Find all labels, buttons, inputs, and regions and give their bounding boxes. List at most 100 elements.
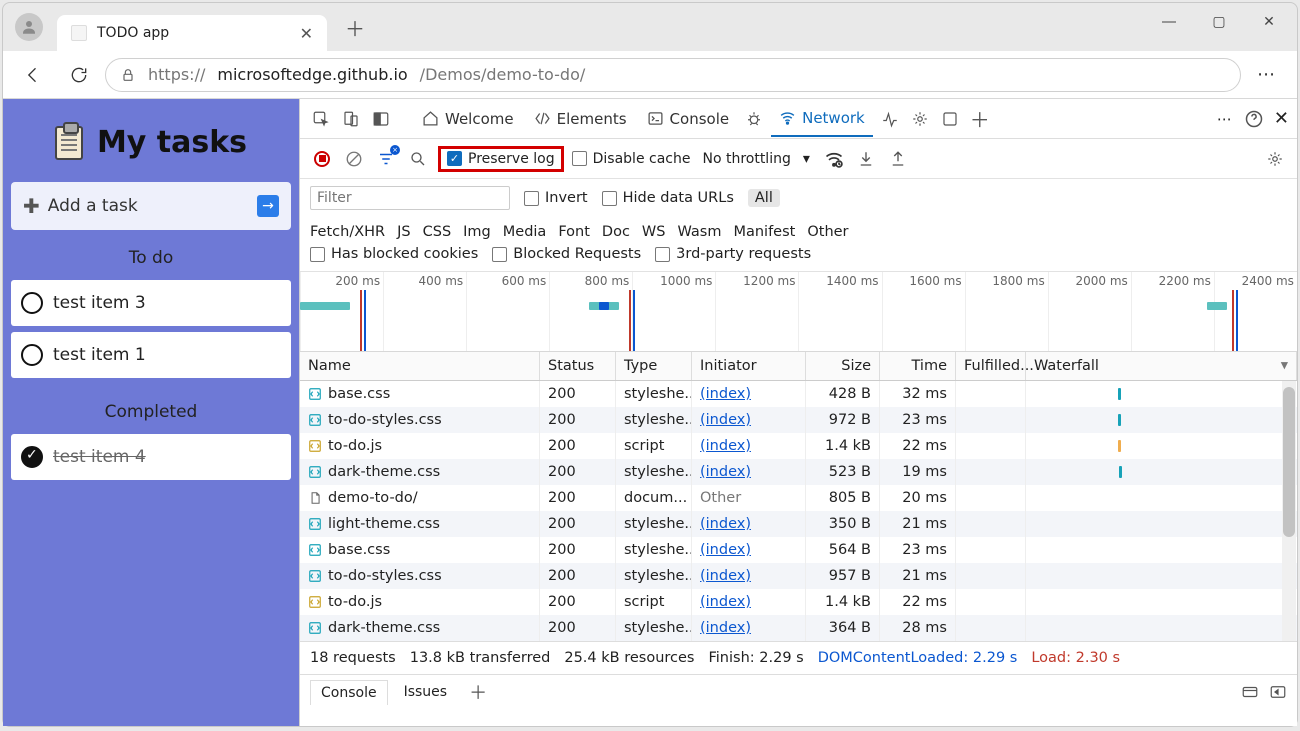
col-waterfall[interactable]: Waterfall <box>1026 352 1297 380</box>
col-type[interactable]: Type <box>616 352 692 380</box>
preserve-log-checkbox[interactable]: ✓ Preserve log <box>438 146 564 172</box>
tab-console[interactable]: Console <box>639 104 738 134</box>
network-conditions-button[interactable] <box>822 147 846 171</box>
filter-toggle-button[interactable]: × <box>374 147 398 171</box>
invert-checkbox[interactable]: Invert <box>524 190 588 206</box>
browser-menu-button[interactable]: ⋯ <box>1247 64 1287 85</box>
filter-type[interactable]: Wasm <box>677 224 721 240</box>
blocked-cookies-checkbox[interactable]: Has blocked cookies <box>310 246 478 262</box>
devtools-menu-button[interactable]: ⋯ <box>1217 110 1234 128</box>
url-host: microsoftedge.github.io <box>217 65 407 84</box>
clear-button[interactable] <box>342 147 366 171</box>
filter-type[interactable]: Img <box>463 224 491 240</box>
tab-close-button[interactable]: ✕ <box>296 20 317 47</box>
network-timeline[interactable]: 200 ms400 ms600 ms800 ms1000 ms1200 ms14… <box>300 272 1297 352</box>
dock-side-button[interactable] <box>368 106 394 132</box>
task-item-done[interactable]: test item 4 <box>11 434 291 480</box>
network-settings-button[interactable] <box>1263 147 1287 171</box>
timeline-tick: 2200 ms <box>1131 272 1214 351</box>
request-row[interactable]: dark-theme.css200styleshe...(index)523 B… <box>300 459 1297 485</box>
request-row[interactable]: to-do.js200script(index)1.4 kB22 ms <box>300 433 1297 459</box>
request-row[interactable]: base.css200styleshe...(index)428 B32 ms <box>300 381 1297 407</box>
task-item[interactable]: test item 3 <box>11 280 291 326</box>
url-input[interactable]: https://microsoftedge.github.io/Demos/de… <box>105 58 1241 92</box>
col-status[interactable]: Status <box>540 352 616 380</box>
task-checkbox[interactable] <box>21 446 43 468</box>
debug-icon[interactable] <box>741 106 767 132</box>
window-maximize-button[interactable]: ▢ <box>1197 7 1241 37</box>
filter-type[interactable]: Other <box>807 224 848 240</box>
network-grid-body[interactable]: base.css200styleshe...(index)428 B32 mst… <box>300 381 1297 641</box>
add-task-input[interactable]: ✚ Add a task → <box>11 182 291 230</box>
request-row[interactable]: light-theme.css200styleshe...(index)350 … <box>300 511 1297 537</box>
devtools-close-button[interactable]: ✕ <box>1274 108 1289 129</box>
performance-icon[interactable] <box>877 106 903 132</box>
record-button[interactable] <box>310 147 334 171</box>
task-checkbox[interactable] <box>21 292 43 314</box>
export-har-button[interactable] <box>886 147 910 171</box>
col-size[interactable]: Size <box>806 352 880 380</box>
profile-button[interactable] <box>15 13 43 41</box>
throttling-select[interactable]: No throttling ▾ <box>698 151 813 167</box>
browser-tab[interactable]: TODO app ✕ <box>57 15 327 51</box>
memory-icon[interactable] <box>907 106 933 132</box>
drawer-add-tab[interactable]: ＋ <box>463 679 493 705</box>
add-task-submit[interactable]: → <box>257 195 279 217</box>
col-initiator[interactable]: Initiator <box>692 352 806 380</box>
disable-cache-checkbox[interactable]: Disable cache <box>572 151 691 167</box>
device-toolbar-button[interactable] <box>338 106 364 132</box>
window-minimize-button[interactable]: ― <box>1147 7 1191 37</box>
hide-data-urls-checkbox[interactable]: Hide data URLs <box>602 190 734 206</box>
address-bar: https://microsoftedge.github.io/Demos/de… <box>3 51 1297 99</box>
tab-elements[interactable]: Elements <box>526 104 635 134</box>
filter-type[interactable]: Fetch/XHR <box>310 224 385 240</box>
request-row[interactable]: dark-theme.css200styleshe...(index)364 B… <box>300 615 1297 641</box>
task-label: test item 1 <box>53 345 146 365</box>
filter-all[interactable]: All <box>748 189 780 207</box>
request-row[interactable]: to-do-styles.css200styleshe...(index)957… <box>300 563 1297 589</box>
filter-type[interactable]: Media <box>503 224 547 240</box>
col-name[interactable]: Name <box>300 352 540 380</box>
more-tabs-button[interactable]: ＋ <box>967 106 993 132</box>
section-todo-label: To do <box>11 242 291 268</box>
col-fulfilled[interactable]: Fulfilled... <box>956 352 1026 380</box>
filter-type[interactable]: WS <box>642 224 666 240</box>
timeline-tick: 600 ms <box>466 272 549 351</box>
timeline-tick: 200 ms <box>300 272 383 351</box>
tab-network[interactable]: Network <box>771 103 873 137</box>
new-tab-button[interactable]: ＋ <box>339 7 371 48</box>
drawer-tab-console[interactable]: Console <box>310 680 388 705</box>
drawer-expand-icon[interactable] <box>1269 683 1287 701</box>
help-icon[interactable] <box>1244 109 1264 129</box>
drawer-issues-icon[interactable] <box>1241 683 1259 701</box>
request-row[interactable]: demo-to-do/200docum...Other805 B20 ms <box>300 485 1297 511</box>
network-filters: Invert Hide data URLs All Fetch/XHR JS CSS… <box>300 179 1297 272</box>
import-har-button[interactable] <box>854 147 878 171</box>
application-icon[interactable] <box>937 106 963 132</box>
request-row[interactable]: to-do-styles.css200styleshe...(index)972… <box>300 407 1297 433</box>
inspect-element-button[interactable] <box>308 106 334 132</box>
third-party-checkbox[interactable]: 3rd-party requests <box>655 246 811 262</box>
filter-input[interactable] <box>310 186 510 210</box>
drawer-tab-issues[interactable]: Issues <box>394 680 458 704</box>
devtools-panel: Welcome Elements Console Network ＋ ⋯ ✕ <box>299 99 1297 726</box>
tab-title: TODO app <box>97 25 169 41</box>
refresh-button[interactable] <box>59 55 99 95</box>
request-row[interactable]: base.css200styleshe...(index)564 B23 ms <box>300 537 1297 563</box>
clipboard-icon <box>55 126 83 160</box>
filter-type[interactable]: Doc <box>602 224 630 240</box>
col-time[interactable]: Time <box>880 352 956 380</box>
request-row[interactable]: to-do.js200script(index)1.4 kB22 ms <box>300 589 1297 615</box>
filter-type[interactable]: CSS <box>423 224 452 240</box>
filter-type[interactable]: JS <box>397 224 410 240</box>
tab-welcome[interactable]: Welcome <box>414 104 522 134</box>
search-button[interactable] <box>406 147 430 171</box>
filter-type[interactable]: Font <box>558 224 590 240</box>
window-close-button[interactable]: ✕ <box>1247 7 1291 37</box>
back-button[interactable] <box>13 55 53 95</box>
task-checkbox[interactable] <box>21 344 43 366</box>
titlebar: TODO app ✕ ＋ ― ▢ ✕ <box>3 3 1297 51</box>
blocked-requests-checkbox[interactable]: Blocked Requests <box>492 246 641 262</box>
task-item[interactable]: test item 1 <box>11 332 291 378</box>
filter-type[interactable]: Manifest <box>733 224 795 240</box>
